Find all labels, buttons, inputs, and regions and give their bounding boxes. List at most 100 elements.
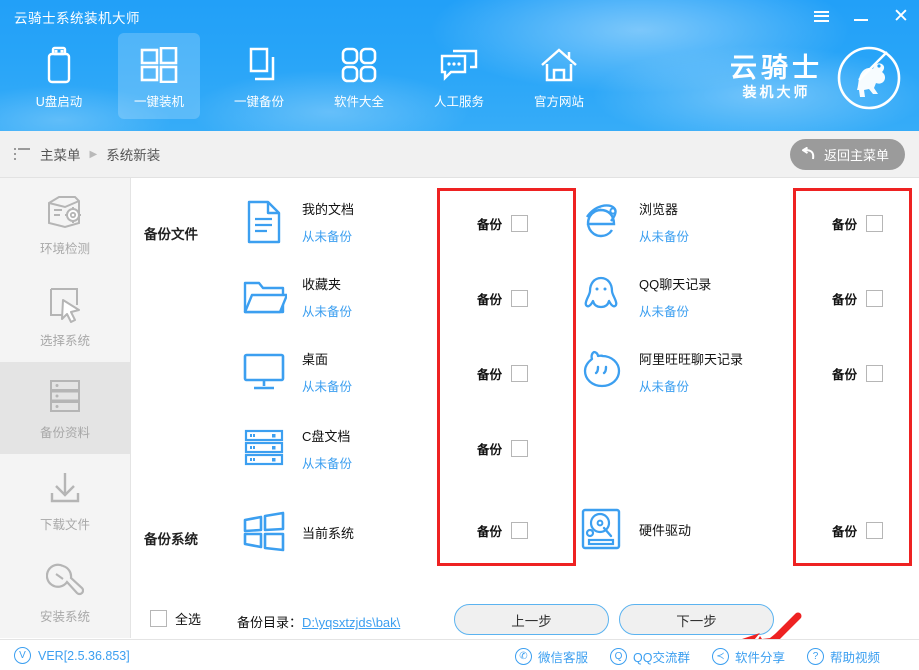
footer-link-qq-group[interactable]: Q QQ交流群 <box>610 647 690 666</box>
backup-checkbox-row[interactable]: 备份 <box>832 364 883 383</box>
backup-checkbox-current-system[interactable] <box>511 522 528 539</box>
bottom-bar: 全选 备份目录：D:\yqsxtzjds\bak\ 上一步 下一步 <box>132 600 919 638</box>
select-all-checkbox[interactable] <box>150 610 167 627</box>
list-icon <box>14 148 30 160</box>
backup-checkbox-favorites[interactable] <box>511 290 528 307</box>
list-item[interactable]: QQ聊天记录 从未备份 <box>577 273 711 321</box>
nav-label: U盘启动 <box>36 91 83 110</box>
sidebar-item-backup-data[interactable]: 备份资料 <box>0 362 130 454</box>
footer: V VER[2.5.36.853] ✆ 微信客服 Q QQ交流群 ≺ 软件分享 … <box>0 639 919 670</box>
item-name: 收藏夹 <box>302 274 352 293</box>
main-nav: U盘启动 一键装机 <box>0 33 600 119</box>
nav-label: 官方网站 <box>534 91 584 110</box>
sidebar-item-install-system[interactable]: 安装系统 <box>0 546 130 638</box>
app-header: 云骑士系统装机大师 ✕ <box>0 0 919 131</box>
item-status: 从未备份 <box>302 226 354 245</box>
sidebar-item-download-files[interactable]: 下载文件 <box>0 454 130 546</box>
chat-bubble-icon <box>439 43 479 87</box>
sidebar-item-env-check[interactable]: 环境检测 <box>0 178 130 270</box>
backup-checkbox-row[interactable]: 备份 <box>477 439 528 458</box>
nav-label: 人工服务 <box>434 91 484 110</box>
logo-line2: 装机大师 <box>743 83 811 101</box>
backup-checkbox-row[interactable]: 备份 <box>477 364 528 383</box>
qq-icon: Q <box>610 648 627 665</box>
item-name: 桌面 <box>302 349 352 368</box>
home-icon <box>539 43 579 87</box>
document-icon <box>240 198 288 246</box>
monitor-icon <box>240 348 288 396</box>
item-name: 我的文档 <box>302 199 354 218</box>
backup-directory-label: 备份目录： <box>237 615 302 630</box>
share-icon: ≺ <box>712 648 729 665</box>
backup-checkbox-row[interactable]: 备份 <box>832 521 883 540</box>
brand-logo: 云骑士 装机大师 <box>730 38 903 117</box>
list-item[interactable]: 桌面 从未备份 <box>240 348 352 396</box>
select-all-row[interactable]: 全选 <box>150 609 201 628</box>
group-label-backup-system: 备份系统 <box>144 528 198 548</box>
footer-link-help-video[interactable]: ? 帮助视频 <box>807 647 880 666</box>
item-name: 硬件驱动 <box>639 520 691 539</box>
breadcrumb-root[interactable]: 主菜单 <box>40 144 81 164</box>
harddisk-icon <box>577 505 625 553</box>
nav-item-website[interactable]: 官方网站 <box>518 33 600 119</box>
backup-checkbox-row[interactable]: 备份 <box>477 289 528 308</box>
backup-checkbox-row[interactable]: 备份 <box>832 214 883 233</box>
backup-checkbox-row[interactable]: 备份 <box>832 289 883 308</box>
list-item[interactable]: C盘文档 从未备份 <box>240 425 352 473</box>
nav-item-one-key-install[interactable]: 一键装机 <box>118 33 200 119</box>
select-all-label: 全选 <box>175 609 201 628</box>
minimize-icon[interactable] <box>851 6 871 26</box>
checkbox-label: 备份 <box>832 214 857 233</box>
download-icon <box>46 467 84 509</box>
list-item[interactable]: 收藏夹 从未备份 <box>240 273 352 321</box>
cursor-select-icon <box>46 283 84 325</box>
list-item[interactable]: 浏览器 从未备份 <box>577 198 689 246</box>
footer-link-software-share[interactable]: ≺ 软件分享 <box>712 647 785 666</box>
apps-grid-icon <box>340 43 378 87</box>
footer-link-label: 微信客服 <box>538 647 588 666</box>
backup-checkbox-qq-chat[interactable] <box>866 290 883 307</box>
list-item[interactable]: 阿里旺旺聊天记录 从未备份 <box>577 348 743 396</box>
backup-checkbox-c-drive[interactable] <box>511 440 528 457</box>
item-status: 从未备份 <box>639 226 689 245</box>
copy-icon <box>240 43 278 87</box>
backup-directory-link[interactable]: D:\yqsxtzjds\bak\ <box>302 615 400 630</box>
ie-browser-icon <box>577 198 625 246</box>
backup-checkbox-browser[interactable] <box>866 215 883 232</box>
next-step-button[interactable]: 下一步 <box>619 604 774 635</box>
wrench-icon <box>46 559 84 601</box>
footer-link-wechat-support[interactable]: ✆ 微信客服 <box>515 647 588 666</box>
version-icon: V <box>14 647 31 664</box>
list-item[interactable]: 当前系统 <box>240 508 354 556</box>
main-content: 备份文件 备份系统 我的文档 从未备份 <box>132 178 919 638</box>
backup-checkbox-my-documents[interactable] <box>511 215 528 232</box>
backup-checkbox-row[interactable]: 备份 <box>477 214 528 233</box>
sidebar-item-select-system[interactable]: 选择系统 <box>0 270 130 362</box>
checkbox-label: 备份 <box>477 521 502 540</box>
checkbox-label: 备份 <box>832 289 857 308</box>
list-item[interactable]: 硬件驱动 <box>577 505 691 553</box>
nav-item-support[interactable]: 人工服务 <box>418 33 500 119</box>
sidebar: 环境检测 选择系统 备份资料 <box>0 178 131 638</box>
nav-item-usb-boot[interactable]: U盘启动 <box>18 33 100 119</box>
backup-checkbox-row[interactable]: 备份 <box>477 521 528 540</box>
checkbox-label: 备份 <box>477 364 502 383</box>
nav-item-software[interactable]: 软件大全 <box>318 33 400 119</box>
nav-label: 一键备份 <box>234 91 284 110</box>
back-to-main-menu-button[interactable]: 返回主菜单 <box>790 139 905 170</box>
breadcrumb: 主菜单 ▶ 系统新装 返回主菜单 <box>0 131 919 178</box>
nav-item-one-key-backup[interactable]: 一键备份 <box>218 33 300 119</box>
version-info: V VER[2.5.36.853] <box>14 647 130 664</box>
close-icon[interactable]: ✕ <box>891 6 911 26</box>
backup-checkbox-desktop[interactable] <box>511 365 528 382</box>
windows-logo-icon <box>240 508 288 556</box>
app-title: 云骑士系统装机大师 <box>14 7 140 27</box>
item-status: 从未备份 <box>302 376 352 395</box>
list-item[interactable]: 我的文档 从未备份 <box>240 198 354 246</box>
backup-checkbox-hardware-driver[interactable] <box>866 522 883 539</box>
previous-step-button[interactable]: 上一步 <box>454 604 609 635</box>
checkbox-label: 备份 <box>477 439 502 458</box>
backup-checkbox-wangwang-chat[interactable] <box>866 365 883 382</box>
item-name: QQ聊天记录 <box>639 274 711 293</box>
menu-icon[interactable] <box>811 6 831 26</box>
